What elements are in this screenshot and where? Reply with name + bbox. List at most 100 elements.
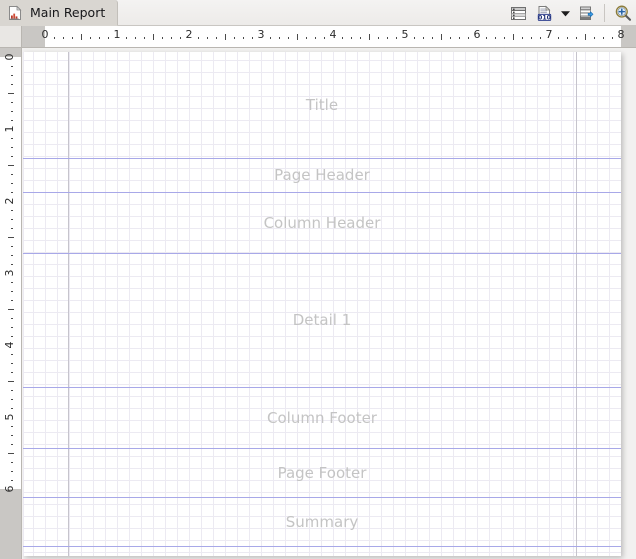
horizontal-ruler[interactable]: 012345678 [22, 26, 636, 48]
hruler-tick [495, 37, 496, 39]
vruler-tick [11, 147, 13, 148]
hruler-tick [198, 37, 199, 39]
vruler-tick [11, 363, 13, 364]
band-separator-end[interactable] [23, 546, 621, 547]
hruler-tick [72, 37, 73, 39]
vruler-tick [8, 309, 14, 310]
band-column-footer[interactable] [23, 387, 621, 448]
band-summary[interactable] [23, 497, 621, 546]
vruler-tick [11, 156, 13, 157]
report-design-area[interactable]: TitlePage HeaderColumn HeaderDetail 1Col… [23, 49, 636, 559]
hruler-tick [432, 37, 433, 39]
hruler-tick [612, 37, 613, 39]
vruler-tick [11, 399, 13, 400]
hruler-label: 7 [546, 28, 553, 42]
hruler-tick [252, 37, 253, 39]
vruler-tick [8, 93, 14, 94]
hruler-tick [126, 37, 127, 39]
hruler-tick [315, 37, 316, 39]
report-file-icon [7, 5, 23, 21]
hruler-tick [558, 37, 559, 39]
hruler-tick [594, 37, 595, 39]
vruler-tick [11, 318, 13, 319]
hruler-tick [297, 34, 298, 40]
band-column-header[interactable] [23, 192, 621, 253]
band-separator-page-header[interactable] [23, 158, 621, 159]
band-page-footer[interactable] [23, 448, 621, 497]
hruler-tick [504, 37, 505, 39]
vruler-tick [11, 255, 13, 256]
vruler-label: 3 [3, 265, 17, 281]
hruler-tick [108, 37, 109, 39]
vruler-tick [11, 354, 13, 355]
vruler-tick [11, 228, 13, 229]
band-title[interactable] [23, 52, 621, 158]
toolbar-button-group: 010 [505, 0, 636, 26]
data-field-button[interactable]: 010 [531, 1, 557, 25]
vruler-tick [11, 66, 13, 67]
zoom-in-button[interactable] [610, 1, 636, 25]
vruler-label: 0 [3, 49, 17, 65]
vruler-tick [11, 174, 13, 175]
report-canvas[interactable]: TitlePage HeaderColumn HeaderDetail 1Col… [23, 52, 621, 556]
vruler-label: 5 [3, 409, 17, 425]
hruler-tick [81, 34, 82, 40]
vruler-tick [11, 138, 13, 139]
hruler-tick [378, 37, 379, 39]
hruler-tick [324, 37, 325, 39]
hruler-tick [234, 37, 235, 39]
hruler-label: 4 [330, 28, 337, 42]
vruler-tick [11, 282, 13, 283]
band-separator-page-footer[interactable] [23, 448, 621, 449]
hruler-tick [144, 37, 145, 39]
vruler-tick [11, 327, 13, 328]
top-toolbar: Main Report 010 [0, 0, 636, 26]
hruler-tick [540, 37, 541, 39]
chevron-down-icon[interactable] [557, 1, 573, 25]
field-explorer-button[interactable] [505, 1, 531, 25]
band-separator-column-footer[interactable] [23, 387, 621, 388]
hruler-tick [270, 37, 271, 39]
band-page-header[interactable] [23, 158, 621, 192]
vruler-tick [8, 381, 14, 382]
hruler-label: 3 [258, 28, 265, 42]
vruler-tick [11, 75, 13, 76]
database-button[interactable] [573, 1, 599, 25]
hruler-tick [360, 37, 361, 39]
svg-text:010: 010 [538, 14, 552, 21]
hruler-tick [207, 37, 208, 39]
vruler-tick [11, 291, 13, 292]
vruler-label: 2 [3, 193, 17, 209]
hruler-tick [243, 37, 244, 39]
hruler-tick [450, 37, 451, 39]
vruler-tick [11, 471, 13, 472]
hruler-tick [369, 34, 370, 40]
hruler-label: 2 [186, 28, 193, 42]
hruler-tick [414, 37, 415, 39]
vruler-tick [11, 102, 13, 103]
vruler-tick [11, 210, 13, 211]
band-separator-detail-1[interactable] [23, 253, 621, 254]
hruler-tick [153, 34, 154, 40]
toolbar-separator [604, 4, 605, 22]
hruler-tick [522, 37, 523, 39]
hruler-tick [99, 37, 100, 39]
vertical-ruler[interactable]: 0123456 [0, 48, 22, 559]
hruler-tick [279, 37, 280, 39]
hruler-tick [423, 37, 424, 39]
hruler-label: 1 [114, 28, 121, 42]
vruler-tick [11, 246, 13, 247]
hruler-tick [486, 37, 487, 39]
vruler-label: 4 [3, 337, 17, 353]
hruler-tick [306, 37, 307, 39]
vruler-tick [11, 462, 13, 463]
band-detail-1[interactable] [23, 253, 621, 387]
document-tab-label: Main Report [30, 5, 105, 20]
vruler-label: 1 [3, 121, 17, 137]
band-separator-summary[interactable] [23, 497, 621, 498]
band-separator-column-header[interactable] [23, 192, 621, 193]
document-tab-main-report[interactable]: Main Report [0, 0, 118, 26]
vruler-tick [11, 435, 13, 436]
hruler-tick [585, 34, 586, 40]
vruler-bottom-margin-shade [0, 489, 22, 559]
